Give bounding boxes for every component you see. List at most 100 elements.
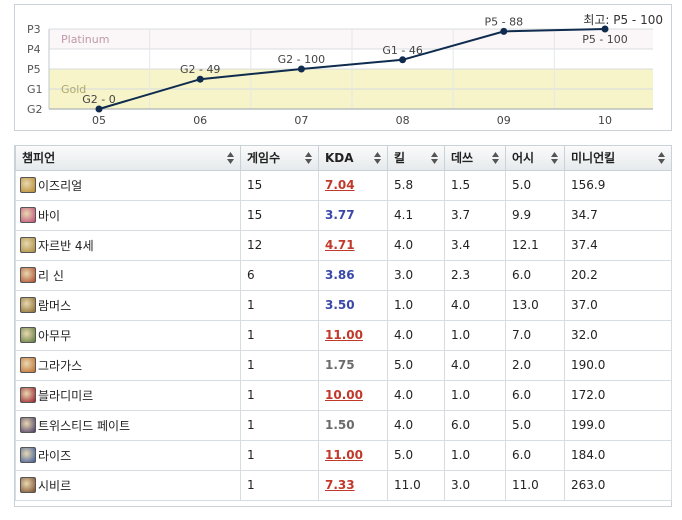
table-row[interactable]: 람머스 1 3.50 1.0 4.0 13.0 37.0	[15, 289, 672, 321]
champion-name: 이즈리얼	[38, 178, 83, 193]
data-label: P5 - 88	[485, 15, 524, 28]
champion-portrait-icon	[20, 387, 36, 403]
champion-cell[interactable]: 트위스티드 페이트	[15, 409, 241, 441]
kills-cell: 3.0	[387, 259, 445, 291]
col-kda-header[interactable]: KDA	[318, 146, 388, 171]
assists-cell: 9.9	[505, 199, 565, 231]
deaths-cell: 3.0	[444, 469, 506, 501]
table-row[interactable]: 바이 15 3.77 4.1 3.7 9.9 34.7	[15, 199, 672, 231]
rank-history-chart: P3 P4 P5 G1 G2 Platinum Gold 05 06 07 08 09 10 G2 - 0…	[14, 4, 672, 131]
kda-value: 11.00	[325, 448, 363, 462]
champion-cell[interactable]: 람머스	[15, 289, 241, 321]
games-cell: 15	[240, 199, 319, 231]
data-label: G2 - 0	[82, 93, 115, 106]
x-tick-label: 10	[598, 114, 612, 127]
deaths-cell: 1.0	[444, 319, 506, 351]
assists-cell: 12.1	[505, 229, 565, 261]
cs-cell: 184.0	[564, 439, 672, 471]
kda-cell: 3.77	[318, 199, 388, 231]
col-champion-header[interactable]: 챔피언	[15, 146, 241, 171]
kda-cell: 3.86	[318, 259, 388, 291]
assists-cell: 11.0	[505, 469, 565, 501]
assists-cell: 13.0	[505, 289, 565, 321]
kda-cell: 11.00	[318, 319, 388, 351]
band-label-platinum: Platinum	[61, 33, 109, 46]
games-cell: 15	[240, 169, 319, 201]
cs-cell: 37.0	[564, 289, 672, 321]
data-point	[500, 27, 508, 35]
champion-cell[interactable]: 블라디미르	[15, 379, 241, 411]
table-row[interactable]: 이즈리얼 15 7.04 5.8 1.5 5.0 156.9	[15, 169, 672, 201]
kda-value: 11.00	[325, 328, 363, 342]
sort-icon	[305, 152, 312, 164]
table-row[interactable]: 블라디미르 1 10.00 4.0 1.0 6.0 172.0	[15, 379, 672, 411]
kills-cell: 4.0	[387, 409, 445, 441]
kda-cell: 1.50	[318, 409, 388, 441]
champion-name: 블라디미르	[38, 388, 94, 403]
champion-portrait-icon	[20, 327, 36, 343]
kills-cell: 11.0	[387, 469, 445, 501]
champion-cell[interactable]: 리 신	[15, 259, 241, 291]
sort-icon	[658, 152, 665, 164]
champion-cell[interactable]: 그라가스	[15, 349, 241, 381]
table-row[interactable]: 리 신 6 3.86 3.0 2.3 6.0 20.2	[15, 259, 672, 291]
champion-portrait-icon	[20, 267, 36, 283]
kda-value: 3.50	[325, 298, 355, 312]
cs-cell: 190.0	[564, 349, 672, 381]
col-kills-header[interactable]: 킬	[387, 146, 445, 171]
data-point	[196, 75, 204, 83]
y-tick-label: P3	[27, 23, 41, 36]
sort-icon	[431, 152, 438, 164]
games-cell: 1	[240, 289, 319, 321]
champion-name: 아무무	[38, 328, 72, 343]
deaths-cell: 3.4	[444, 229, 506, 261]
table-row[interactable]: 시비르 1 7.33 11.0 3.0 11.0 263.0	[15, 469, 672, 501]
platinum-band	[49, 29, 653, 49]
kda-value: 1.75	[325, 358, 355, 372]
champion-cell[interactable]: 라이즈	[15, 439, 241, 471]
kda-cell: 7.33	[318, 469, 388, 501]
data-point	[399, 56, 407, 64]
champion-name: 트위스티드 페이트	[38, 418, 131, 433]
assists-cell: 5.0	[505, 169, 565, 201]
col-deaths-header[interactable]: 데쓰	[444, 146, 506, 171]
table-row[interactable]: 그라가스 1 1.75 5.0 4.0 2.0 190.0	[15, 349, 672, 381]
sort-icon	[227, 152, 234, 164]
assists-cell: 7.0	[505, 319, 565, 351]
champion-portrait-icon	[20, 177, 36, 193]
cs-cell: 20.2	[564, 259, 672, 291]
y-tick-label: G2	[27, 103, 43, 116]
champion-name: 람머스	[38, 298, 72, 313]
games-cell: 1	[240, 439, 319, 471]
kills-cell: 4.0	[387, 379, 445, 411]
col-assists-header[interactable]: 어시	[505, 146, 565, 171]
games-cell: 6	[240, 259, 319, 291]
y-tick-label: P5	[27, 63, 41, 76]
cs-cell: 199.0	[564, 409, 672, 441]
table-header-row: 챔피언 게임수 KDA 킬 데쓰 어시 미니언킬	[15, 146, 672, 171]
champion-cell[interactable]: 자르반 4세	[15, 229, 241, 261]
x-tick-label: 08	[396, 114, 410, 127]
table-row[interactable]: 트위스티드 페이트 1 1.50 4.0 6.0 5.0 199.0	[15, 409, 672, 441]
champion-name: 시비르	[38, 478, 72, 493]
kills-cell: 4.1	[387, 199, 445, 231]
champion-cell[interactable]: 바이	[15, 199, 241, 231]
table-row[interactable]: 아무무 1 11.00 4.0 1.0 7.0 32.0	[15, 319, 672, 351]
col-games-header[interactable]: 게임수	[240, 146, 319, 171]
table-row[interactable]: 라이즈 1 11.00 5.0 1.0 6.0 184.0	[15, 439, 672, 471]
kda-value: 1.50	[325, 418, 355, 432]
champion-name: 바이	[38, 208, 61, 223]
champion-cell[interactable]: 이즈리얼	[15, 169, 241, 201]
table-row[interactable]: 자르반 4세 12 4.71 4.0 3.4 12.1 37.4	[15, 229, 672, 261]
deaths-cell: 6.0	[444, 409, 506, 441]
champion-portrait-icon	[20, 477, 36, 493]
champion-cell[interactable]: 아무무	[15, 319, 241, 351]
games-cell: 1	[240, 349, 319, 381]
col-cs-header[interactable]: 미니언킬	[564, 146, 672, 171]
champion-name: 그라가스	[38, 358, 83, 373]
kda-cell: 10.00	[318, 379, 388, 411]
data-point	[297, 65, 305, 73]
x-tick-label: 05	[92, 114, 106, 127]
champion-cell[interactable]: 시비르	[15, 469, 241, 501]
kda-value: 7.04	[325, 178, 355, 192]
